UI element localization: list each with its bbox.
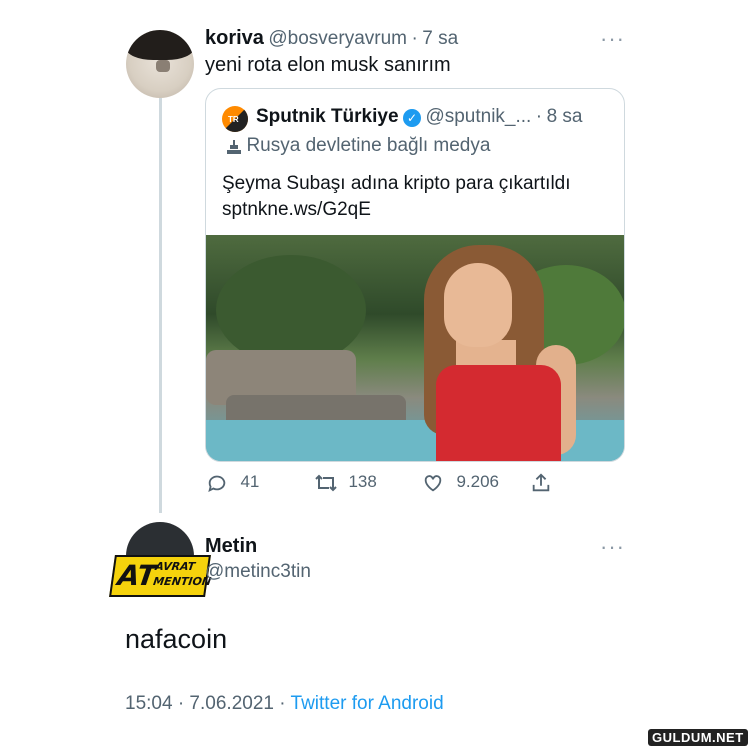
like-action[interactable]: 9.206 [422,472,499,494]
badge-top-text: AVRAT [154,560,196,573]
state-media-text: Rusya devletine bağlı medya [246,135,491,156]
separator: · [535,106,543,127]
state-media-icon [226,138,242,156]
state-media-label[interactable]: Rusya devletine bağlı medya [226,135,490,157]
avatar-badge: AT AVRAT MENTION [109,555,212,597]
timestamp[interactable]: 7 sa [422,28,458,49]
sputnik-logo-icon: TR [222,106,248,132]
retweet-icon [315,474,337,492]
tweet-text: yeni rota elon musk sanırım [205,54,451,76]
retweet-action[interactable]: 138 [314,472,377,494]
quoted-text: Şeyma Subaşı adına kripto para çıkartıld… [222,173,571,194]
tweet-text: nafacoin [125,624,228,654]
quoted-link[interactable]: sptnkne.ws/G2qE [222,199,371,221]
handle[interactable]: @metinc3tin [205,561,311,583]
verified-icon: ✓ [402,108,421,127]
separator: · [411,28,418,49]
heart-icon [424,475,442,492]
quoted-tweet-card[interactable]: TR Sputnik Türkiye ✓ @sputnik_... · 8 sa… [205,88,625,462]
source-name[interactable]: Sputnik Türkiye [256,106,399,127]
handle[interactable]: @bosveryavrum [268,28,407,49]
reply-icon [208,475,226,493]
reply-header: koriva @bosveryavrum · 7 sa [205,27,458,50]
like-count: 9.206 [456,472,499,492]
tweet-photo[interactable] [206,235,624,461]
more-options-icon[interactable]: ··· [600,534,625,560]
source-time[interactable]: 8 sa [547,106,583,127]
retweet-count: 138 [348,472,377,492]
client-link[interactable]: Twitter for Android [291,693,444,714]
badge-bottom-text: MENTION [152,575,212,588]
tweet-timestamp[interactable]: 15:04 · 7.06.2021 · [125,693,286,714]
share-action[interactable] [530,472,552,499]
logo-text: TR [228,115,239,124]
reply-count: 41 [240,472,260,492]
display-name[interactable]: koriva [205,27,264,49]
display-name[interactable]: Metin [205,535,257,558]
more-options-icon[interactable]: ··· [600,26,625,52]
reply-action[interactable]: 41 [206,472,259,494]
thread-line [159,98,162,513]
avatar[interactable] [126,30,194,98]
source-handle[interactable]: @sputnik_... [425,106,531,127]
share-icon [532,473,550,492]
quoted-header: Sputnik Türkiye ✓ @sputnik_... · 8 sa [256,106,583,128]
tweet-meta: 15:04 · 7.06.2021 · Twitter for Android [125,693,444,715]
watermark: GULDUM.NET [648,729,748,746]
